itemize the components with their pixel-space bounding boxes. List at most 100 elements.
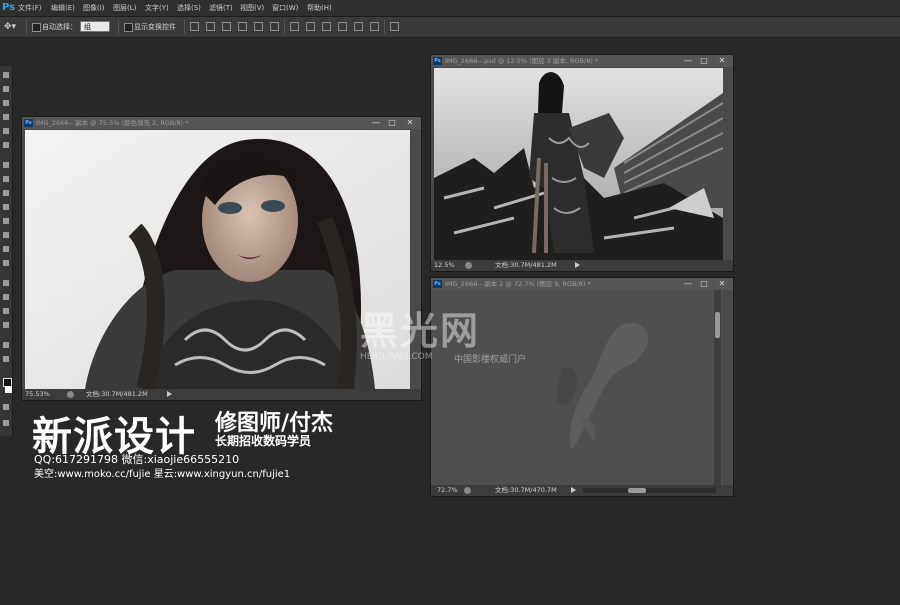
window-title-bar[interactable]: Ps IMG_2666-- 副本 @ 75.5% (颜色填充 2, RGB/8)… — [22, 117, 421, 129]
watermark-site: HEIGUANG.COM — [360, 352, 433, 362]
window-title-bar[interactable]: Ps IMG_2666-- 副本 2 @ 72.7% (图层 9, RGB/8)… — [431, 278, 733, 290]
status-bar: 75.53% 文档:30.7M/481.2M — [22, 389, 421, 400]
show-transform-checkbox[interactable] — [124, 23, 133, 32]
document-size: 文档:30.7M/481.2M — [86, 390, 148, 398]
horizontal-scroll-thumb[interactable] — [628, 488, 646, 493]
status-menu-arrow-icon[interactable] — [167, 391, 172, 397]
quick-mask-icon[interactable] — [3, 404, 9, 410]
menu-edit[interactable]: 编辑(E) — [51, 0, 75, 16]
background-color-swatch[interactable] — [5, 386, 12, 393]
distribute-vcenter-icon[interactable] — [306, 22, 315, 31]
align-vcenter-icon[interactable] — [206, 22, 215, 31]
history-brush-tool-icon[interactable] — [3, 204, 9, 210]
document-size: 文档:30.7M/481.2M — [495, 261, 557, 269]
align-left-icon[interactable] — [238, 22, 247, 31]
status-bar: 72.7% 文档:30.7M/470.7M — [431, 485, 733, 496]
maximize-button[interactable]: □ — [697, 279, 711, 288]
document-canvas[interactable] — [25, 130, 410, 389]
pen-tool-icon[interactable] — [3, 280, 9, 286]
menu-file[interactable]: 文件(F) — [18, 0, 42, 16]
status-menu-arrow-icon[interactable] — [571, 487, 576, 493]
distribute-bottom-icon[interactable] — [322, 22, 331, 31]
blur-tool-icon[interactable] — [3, 246, 9, 252]
vertical-scroll-thumb[interactable] — [715, 312, 720, 338]
zoom-level[interactable]: 72.7% — [437, 485, 458, 496]
align-top-icon[interactable] — [190, 22, 199, 31]
maximize-button[interactable]: □ — [385, 118, 399, 127]
clone-stamp-tool-icon[interactable] — [3, 190, 9, 196]
move-tool-icon[interactable]: ✥▾ — [4, 17, 16, 37]
brand-links: 美空:www.moko.cc/fujie 星云:www.xingyun.cn/f… — [34, 469, 291, 480]
separator — [26, 20, 27, 34]
fashion-photo — [434, 68, 723, 261]
photoshop-logo-icon: Ps — [2, 2, 16, 13]
menu-filter[interactable]: 滤镜(T) — [209, 0, 233, 16]
align-right-icon[interactable] — [270, 22, 279, 31]
healing-brush-tool-icon[interactable] — [3, 162, 9, 168]
hand-tool-icon[interactable] — [3, 342, 9, 348]
quick-select-tool-icon[interactable] — [3, 114, 9, 120]
screen-mode-icon[interactable] — [3, 420, 9, 426]
menu-view[interactable]: 视图(V) — [240, 0, 264, 16]
gradient-tool-icon[interactable] — [3, 232, 9, 238]
move-tool-icon[interactable] — [3, 72, 9, 78]
auto-select-dropdown[interactable]: 组 — [80, 21, 110, 32]
minimize-button[interactable]: — — [369, 118, 383, 127]
zoom-tool-icon[interactable] — [3, 356, 9, 362]
minimize-button[interactable]: — — [681, 56, 695, 65]
brush-tool-icon[interactable] — [3, 176, 9, 182]
dodge-tool-icon[interactable] — [3, 260, 9, 266]
maximize-button[interactable]: □ — [697, 56, 711, 65]
separator — [118, 20, 119, 34]
minimize-button[interactable]: — — [681, 279, 695, 288]
type-tool-icon[interactable] — [3, 294, 9, 300]
distribute-hcenter-icon[interactable] — [354, 22, 363, 31]
document-window-top-right[interactable]: Ps IMG_2666--.psd @ 12.5% (图层 3 副本, RGB/… — [430, 54, 734, 272]
menu-image[interactable]: 图像(I) — [83, 0, 105, 16]
menu-window[interactable]: 窗口(W) — [272, 0, 298, 16]
tools-panel — [0, 66, 13, 436]
document-canvas[interactable] — [434, 68, 723, 261]
align-hcenter-icon[interactable] — [254, 22, 263, 31]
portrait-photo — [25, 130, 410, 389]
distribute-top-icon[interactable] — [290, 22, 299, 31]
close-button[interactable]: ✕ — [403, 118, 417, 127]
crop-tool-icon[interactable] — [3, 128, 9, 134]
vertical-scrollbar[interactable] — [714, 290, 721, 485]
separator — [184, 20, 185, 34]
align-bottom-icon[interactable] — [222, 22, 231, 31]
separator — [284, 20, 285, 34]
menu-type[interactable]: 文字(Y) — [145, 0, 169, 16]
lasso-tool-icon[interactable] — [3, 100, 9, 106]
window-title-bar[interactable]: Ps IMG_2666--.psd @ 12.5% (图层 3 副本, RGB/… — [431, 55, 733, 67]
distribute-right-icon[interactable] — [370, 22, 379, 31]
horizontal-scrollbar[interactable] — [583, 488, 716, 493]
close-button[interactable]: ✕ — [715, 56, 729, 65]
auto-select-checkbox[interactable] — [32, 23, 41, 32]
eyedropper-tool-icon[interactable] — [3, 142, 9, 148]
zoom-level[interactable]: 12.5% — [434, 260, 455, 271]
auto-align-layers-icon[interactable] — [390, 22, 399, 31]
window-title: IMG_2666--.psd @ 12.5% (图层 3 副本, RGB/8) … — [445, 57, 599, 65]
status-bar: 12.5% 文档:30.7M/481.2M — [431, 260, 733, 271]
ps-document-icon: Ps — [433, 57, 442, 65]
shape-tool-icon[interactable] — [3, 322, 9, 328]
status-info-icon[interactable] — [464, 487, 471, 494]
menu-help[interactable]: 帮助(H) — [307, 0, 332, 16]
eraser-tool-icon[interactable] — [3, 218, 9, 224]
marquee-tool-icon[interactable] — [3, 86, 9, 92]
watermark-slogan: 中国影楼权威门户 — [454, 355, 527, 365]
distribute-left-icon[interactable] — [338, 22, 347, 31]
auto-select-label: 自动选择： — [42, 23, 77, 31]
status-info-icon[interactable] — [465, 262, 472, 269]
menu-select[interactable]: 选择(S) — [177, 0, 201, 16]
brand-tagline: 长期招收数码学员 — [215, 434, 312, 448]
show-transform-label: 显示变换控件 — [134, 23, 176, 31]
zoom-level[interactable]: 75.53% — [25, 389, 50, 400]
menu-layer[interactable]: 图层(L) — [113, 0, 136, 16]
status-menu-arrow-icon[interactable] — [575, 262, 580, 268]
close-button[interactable]: ✕ — [715, 279, 729, 288]
path-select-tool-icon[interactable] — [3, 308, 9, 314]
status-info-icon[interactable] — [67, 391, 74, 398]
options-bar: ✥▾ 自动选择： 组 显示变换控件 — [0, 17, 900, 38]
